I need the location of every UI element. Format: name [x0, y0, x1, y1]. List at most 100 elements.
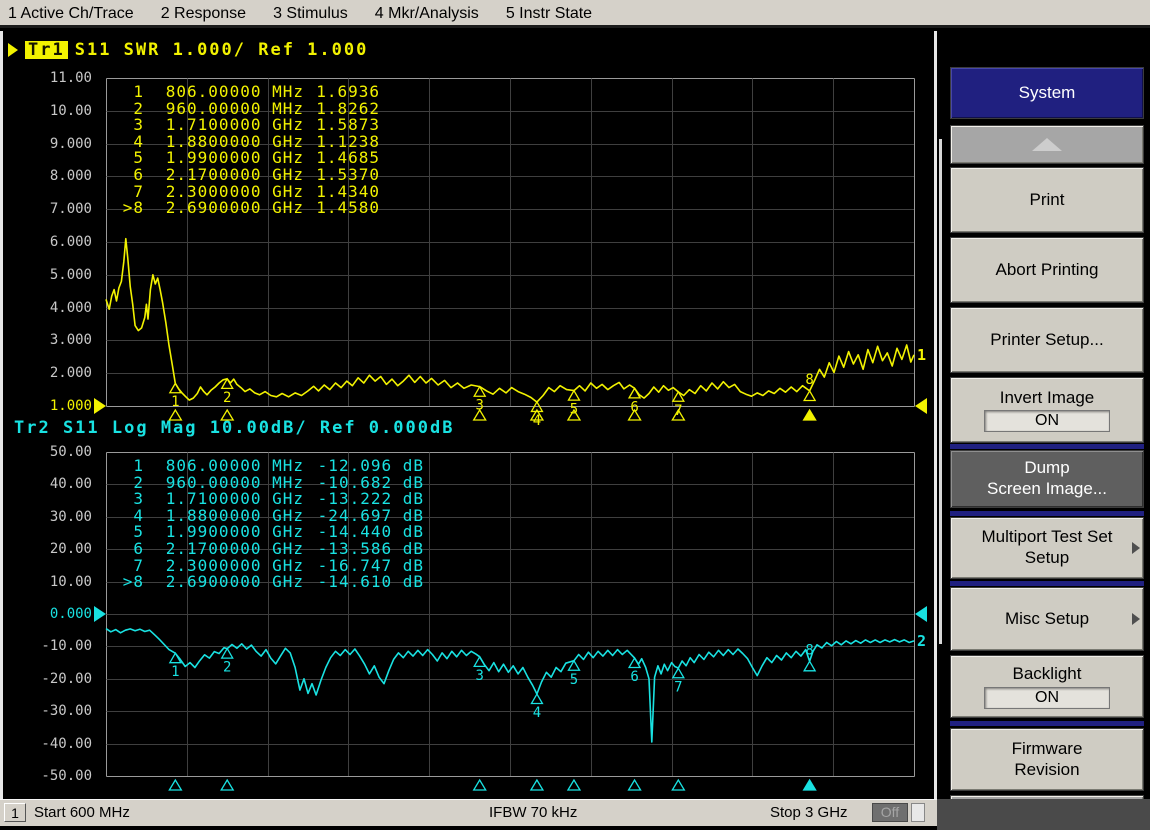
status-bar: 1 Start 600 MHz IFBW 70 kHz Stop 3 GHz O…: [0, 799, 937, 826]
marker-1-axis-symbol: [169, 410, 181, 420]
ref-level-pointer-left: [94, 398, 106, 414]
marker-3-axis-symbol: [474, 780, 486, 790]
y-axis-label: -10.00: [20, 638, 92, 654]
softkey-state: ON: [984, 687, 1110, 709]
trace1-header[interactable]: Tr1 S11 SWR 1.000/ Ref 1.000: [8, 40, 368, 60]
ref-level-pointer-right: [915, 398, 927, 414]
softkey-print[interactable]: Print: [950, 167, 1144, 233]
marker-4-symbol: [531, 694, 542, 704]
softkey-abort-printing[interactable]: Abort Printing: [950, 237, 1144, 303]
marker-value: 1.4580: [304, 200, 380, 217]
softkey-multiport-test-set-setup[interactable]: Multiport Test SetSetup: [950, 517, 1144, 579]
menu-item-4[interactable]: 4 Mkr/Analysis: [375, 5, 479, 22]
softkey-label: Backlight: [1013, 664, 1082, 685]
sidebar-bottom-strip: [937, 799, 1150, 830]
softkey-label: Multiport Test Set: [981, 527, 1112, 548]
marker-5-axis-symbol: [568, 780, 580, 790]
submenu-arrow-icon: [1132, 613, 1140, 625]
softkey-misc-setup[interactable]: Misc Setup: [950, 587, 1144, 651]
menu-item-5[interactable]: 5 Instr State: [506, 5, 592, 22]
y-axis-label: 4.000: [20, 300, 92, 316]
marker-table-row: >82.6900000 GHz-14.610 dB: [116, 574, 424, 591]
y-axis-label: 7.000: [20, 201, 92, 217]
marker-8-symbol: [804, 661, 815, 671]
active-trace-arrow-icon: [8, 43, 18, 57]
y-axis-label: 1.000: [20, 398, 92, 414]
marker-frequency: 2.6900000 GHz: [144, 574, 304, 591]
submenu-arrow-icon: [1132, 542, 1140, 554]
softkey-system[interactable]: System: [950, 67, 1144, 119]
menu-bar: 1 Active Ch/Trace 2 Response 3 Stimulus 4 M…: [0, 0, 1150, 28]
marker-6-number: 6: [630, 399, 638, 415]
y-axis-label: -30.00: [20, 703, 92, 719]
softkey-label: Invert Image: [1000, 388, 1095, 409]
trace1-badge: Tr1: [25, 41, 68, 59]
softkey-dump-screen-image[interactable]: DumpScreen Image...: [950, 450, 1144, 508]
y-axis-label: 8.000: [20, 168, 92, 184]
softkey-state: ON: [984, 410, 1110, 432]
softkey-label: Dump: [1024, 458, 1069, 479]
start-frequency[interactable]: Start 600 MHz: [34, 804, 130, 821]
marker-4-number: 4: [533, 705, 541, 721]
ref-level-pointer-left: [94, 606, 106, 622]
softkey-label: Print: [1030, 190, 1065, 211]
time-display-badge: Off: [872, 803, 908, 822]
marker-value: -14.610 dB: [304, 574, 424, 591]
marker-frequency: 2.6900000 GHz: [144, 200, 304, 217]
marker-7-axis-symbol: [672, 780, 684, 790]
marker-number: >8: [116, 574, 144, 591]
softkey-printer-setup[interactable]: Printer Setup...: [950, 307, 1144, 373]
softkey-invert-image[interactable]: Invert ImageON: [950, 377, 1144, 443]
menu-item-1[interactable]: 1 Active Ch/Trace: [8, 5, 134, 22]
softkey-label: Setup: [1025, 548, 1069, 569]
vna-screen: 1 Active Ch/Trace 2 Response 3 Stimulus 4 M…: [0, 0, 1150, 830]
y-axis-label: 50.00: [20, 444, 92, 460]
marker-3-number: 3: [475, 668, 483, 684]
y-axis-label: 5.000: [20, 267, 92, 283]
y-axis-label: 2.000: [20, 365, 92, 381]
trace-2-end-label: 2: [917, 632, 926, 650]
y-axis-label: 6.000: [20, 234, 92, 250]
marker-7-number: 7: [674, 679, 682, 695]
y-axis-label: 10.00: [20, 574, 92, 590]
y-axis-label: 20.00: [20, 541, 92, 557]
marker-6-axis-symbol: [629, 780, 641, 790]
softkey-label: Firmware: [1012, 739, 1083, 760]
ref-level-pointer-right: [915, 606, 927, 622]
softkey-firmware-revision[interactable]: FirmwareRevision: [950, 728, 1144, 791]
softkey-group-separator: [950, 444, 1144, 449]
softkey-menu-edge: [939, 139, 942, 644]
marker-2-number: 2: [223, 390, 231, 406]
marker-8-axis-symbol: [804, 780, 816, 790]
menu-item-2[interactable]: 2 Response: [161, 5, 246, 22]
y-axis-label: 0.000: [20, 606, 92, 622]
softkey-backlight[interactable]: BacklightON: [950, 655, 1144, 718]
channel-indicator: 1: [4, 803, 26, 822]
softkey-label: System: [1019, 83, 1076, 104]
trace-1-end-label: 1: [917, 346, 926, 364]
softkey-label: Printer Setup...: [990, 330, 1103, 351]
y-axis-label: 40.00: [20, 476, 92, 492]
softkey-scroll-up[interactable]: [950, 125, 1144, 164]
marker-5-number: 5: [570, 672, 578, 688]
marker-1-number: 1: [171, 664, 179, 680]
marker-7-symbol: [673, 392, 684, 402]
marker-table-row: >82.6900000 GHz1.4580: [116, 200, 380, 217]
screen-left-edge: [0, 31, 3, 799]
y-axis-label: -40.00: [20, 736, 92, 752]
softkey-label: Misc Setup: [1005, 609, 1089, 630]
marker-5-symbol: [568, 391, 579, 401]
softkey-menu: System Print Abort Printing Printer Setup..…: [937, 31, 1150, 799]
marker-2-axis-symbol: [221, 410, 233, 420]
trace1-title: S11 SWR 1.000/ Ref 1.000: [75, 40, 369, 60]
marker-7-symbol: [673, 668, 684, 678]
marker-3-number: 3: [475, 398, 483, 414]
y-axis-label: -50.00: [20, 768, 92, 784]
stop-frequency[interactable]: Stop 3 GHz: [770, 804, 848, 821]
softkey-label: Screen Image...: [987, 479, 1107, 500]
y-axis-label: 10.00: [20, 103, 92, 119]
marker-number: >8: [116, 200, 144, 217]
ifbw-label[interactable]: IFBW 70 kHz: [489, 804, 577, 821]
menu-item-3[interactable]: 3 Stimulus: [273, 5, 348, 22]
y-axis-label: 11.00: [20, 70, 92, 86]
